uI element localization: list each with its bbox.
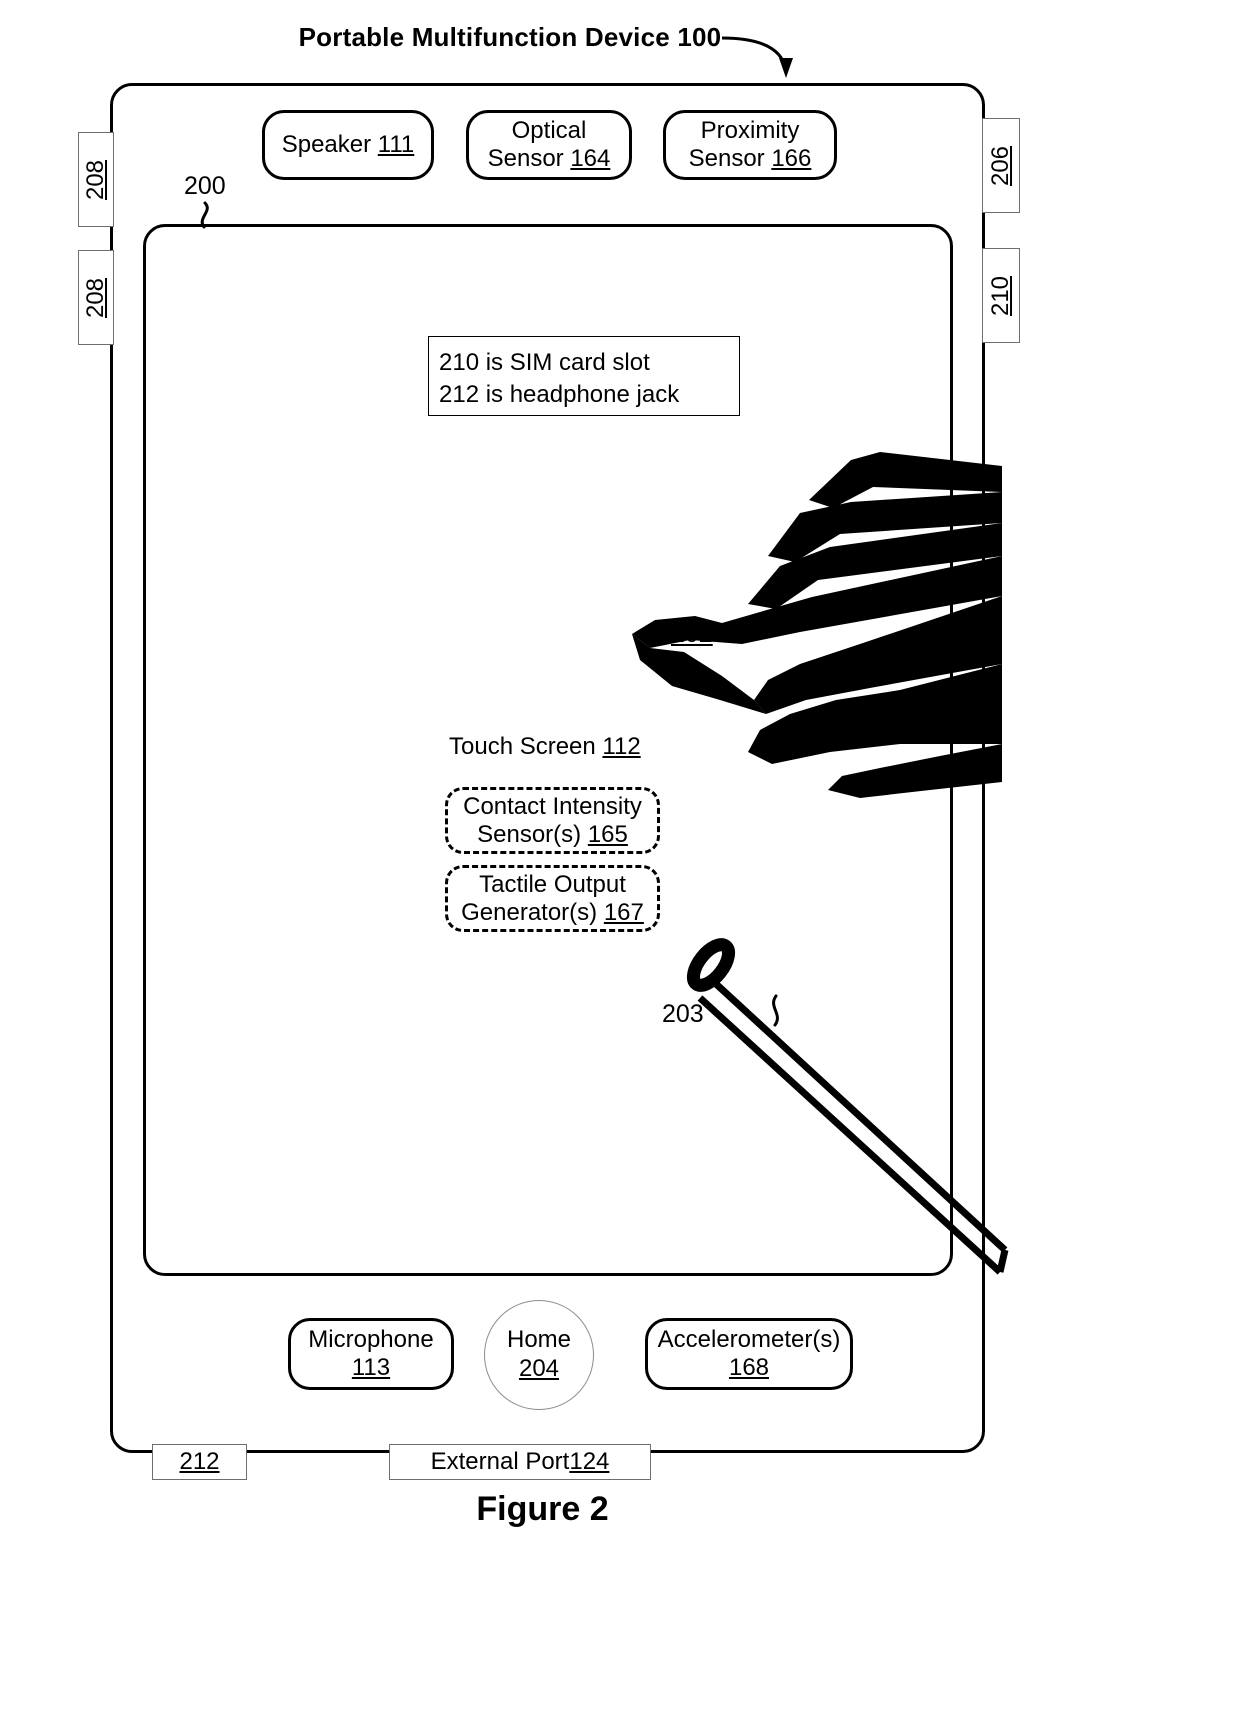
bottom-tab-212-label: 212 [179, 1448, 220, 1475]
bottom-tab-external-port[interactable]: External Port 124 [389, 1444, 651, 1480]
proximity-sensor-ref: 166 [771, 145, 812, 172]
proximity-sensor-label-line1: Proximity [700, 117, 800, 145]
patent-figure: Portable Multifunction Device 100 Speake… [0, 0, 1240, 1710]
edge-tab-206-label: 206 [987, 145, 1015, 186]
home-button-ref: 204 [518, 1355, 560, 1382]
title-leader-arrowhead [779, 58, 793, 78]
contact-intensity-sensor-component[interactable]: Contact Intensity Sensor(s) 165 [445, 787, 660, 854]
microphone-label: Microphone [308, 1326, 434, 1354]
edge-tab-208-upper-label: 208 [82, 159, 110, 200]
accelerometer-component[interactable]: Accelerometer(s) 168 [645, 1318, 853, 1390]
optical-sensor-component[interactable]: Optical Sensor 164 [466, 110, 632, 180]
optical-sensor-label-line2: Sensor [487, 145, 564, 172]
edge-tab-208-lower[interactable]: 208 [78, 250, 114, 345]
proximity-sensor-component[interactable]: Proximity Sensor 166 [663, 110, 837, 180]
note-line-2: 212 is headphone jack [439, 380, 680, 408]
edge-tab-210-sim-slot[interactable]: 210 [982, 248, 1020, 343]
accelerometer-label: Accelerometer(s) [657, 1326, 841, 1354]
note-box: 210 is SIM card slot 212 is headphone ja… [428, 336, 740, 416]
figure-caption: Figure 2 [476, 1490, 609, 1528]
contact-intensity-ref: 165 [587, 820, 628, 848]
tactile-output-label-line2: Generator(s) [461, 898, 598, 926]
edge-tab-206[interactable]: 206 [982, 118, 1020, 213]
tactile-output-ref: 167 [603, 898, 644, 926]
external-port-label: External Port [430, 1448, 570, 1475]
home-button-label: Home [506, 1326, 572, 1354]
accelerometer-ref: 168 [728, 1354, 770, 1381]
reference-203-stylus: 203 [662, 1000, 704, 1028]
contact-intensity-label-line1: Contact Intensity [463, 792, 642, 820]
speaker-ref: 111 [377, 131, 415, 159]
bottom-tab-212-headphone-jack[interactable]: 212 [152, 1444, 247, 1480]
microphone-ref: 113 [351, 1354, 391, 1381]
speaker-label: Speaker [281, 131, 372, 159]
reference-200: 200 [184, 172, 226, 200]
optical-sensor-ref: 164 [570, 145, 611, 172]
contact-intensity-label-line2: Sensor(s) [477, 820, 582, 848]
touch-screen-ref: 112 [602, 733, 641, 760]
optical-sensor-label-line1: Optical [511, 117, 587, 145]
microphone-component[interactable]: Microphone 113 [288, 1318, 454, 1390]
touch-screen-label-text: Touch Screen [449, 733, 603, 760]
page-title: Portable Multifunction Device 100 [298, 22, 722, 52]
edge-tab-208-lower-label: 208 [82, 277, 110, 318]
proximity-sensor-label-line2: Sensor [688, 145, 765, 172]
tactile-output-generator-component[interactable]: Tactile Output Generator(s) 167 [445, 865, 660, 932]
home-button[interactable]: Home 204 [484, 1300, 594, 1410]
edge-tab-210-label: 210 [987, 275, 1015, 316]
touch-screen-label: Touch Screen 112 [449, 733, 641, 761]
note-line-1: 210 is SIM card slot [439, 349, 650, 376]
tactile-output-label-line1: Tactile Output [479, 870, 626, 898]
external-port-ref: 124 [569, 1448, 610, 1475]
reference-202-finger: 202 [671, 620, 713, 648]
edge-tab-208-upper[interactable]: 208 [78, 132, 114, 227]
speaker-component[interactable]: Speaker 111 [262, 110, 434, 180]
